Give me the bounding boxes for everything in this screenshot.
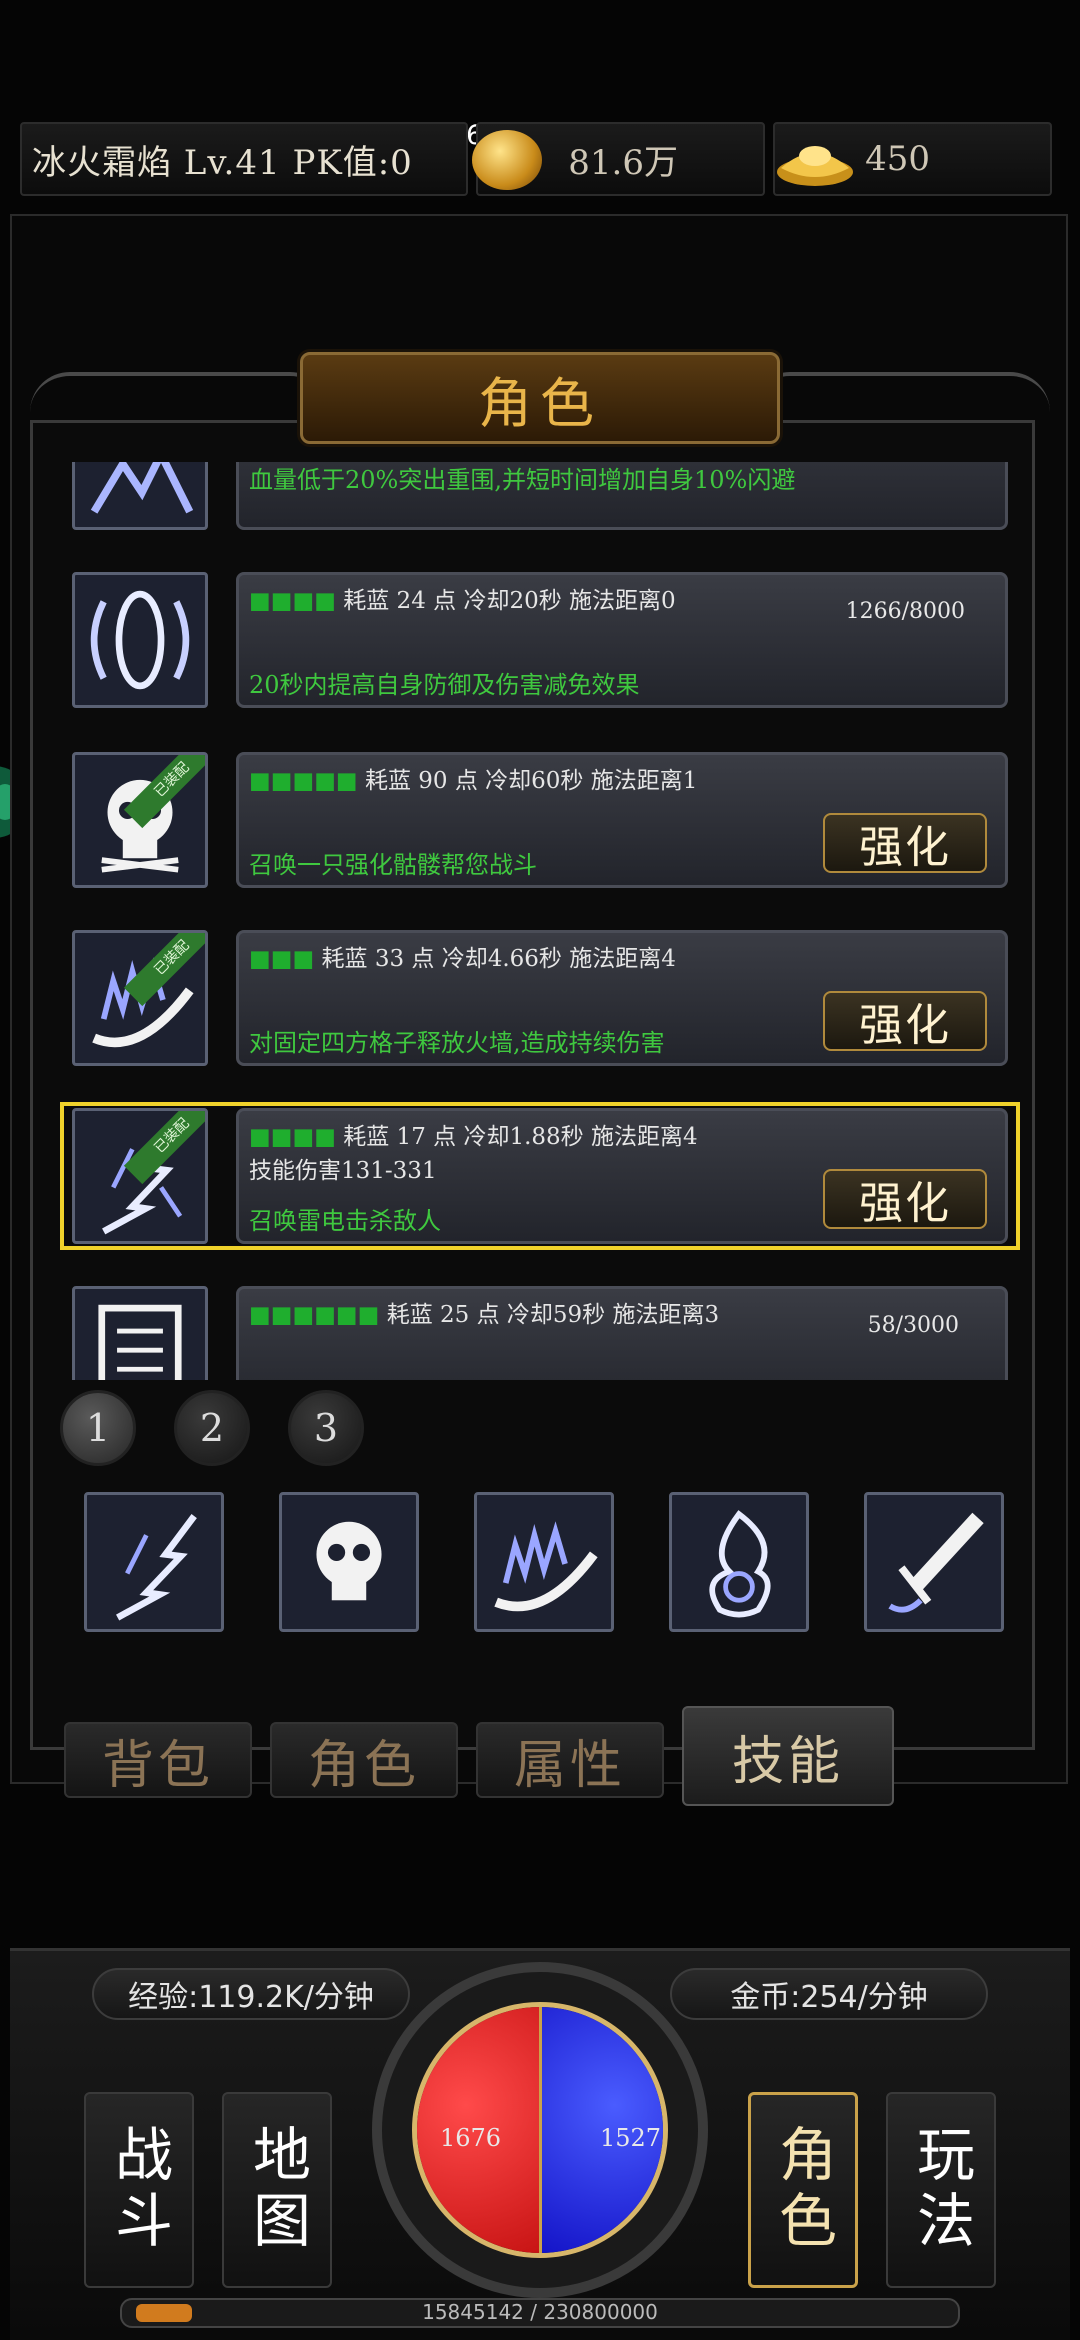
skill-card: ■■■■■ 耗蓝 90 点 冷却60秒 施法距离1 召唤一只强化骷髅帮您战斗 强…	[236, 752, 1008, 888]
hp-mp-orb: 1676 1527	[372, 1962, 708, 2298]
skill-description: 召唤一只强化骷髅帮您战斗	[249, 851, 537, 879]
gold-display: 81.6万	[472, 122, 766, 196]
skill-list[interactable]: 血量低于20%突出重围,并短时间增加自身10%闪避 ■■■■ 耗蓝 24 点 冷…	[60, 462, 1020, 1380]
skill-stat-text: 耗蓝 25 点 冷却59秒 施法距离3	[386, 1302, 720, 1328]
title-wing-right	[750, 372, 1050, 442]
skill-description: 20秒内提高自身防御及伤害减免效果	[249, 671, 640, 699]
skill-progress: 1266/8000	[845, 599, 965, 624]
strengthen-button[interactable]: 强化	[823, 991, 987, 1051]
ingot-display: 450	[773, 122, 1052, 196]
sword-icon[interactable]	[864, 1492, 1004, 1632]
page-button-1[interactable]: 1	[60, 1390, 136, 1466]
strengthen-button[interactable]: 强化	[823, 813, 987, 873]
player-info: 冰火霜焰 Lv.41 PK值:0	[20, 122, 469, 196]
panel-title-text: 角色	[478, 371, 602, 435]
gold-value: 81.6万	[568, 142, 678, 183]
gold-rate: 金币:254/分钟	[670, 1968, 988, 2020]
skill-stat-text: 耗蓝 33 点 冷却4.66秒 施法距离4	[321, 946, 676, 972]
exp-rate: 经验:119.2K/分钟	[92, 1968, 410, 2020]
gold-coin-icon	[472, 130, 543, 190]
skull-icon: 已装配	[72, 752, 208, 888]
skill-card: ■■■■■■ 耗蓝 25 点 冷却59秒 施法距离3 58/3000	[236, 1286, 1008, 1380]
fire-wall-icon: 已装配	[72, 930, 208, 1066]
skill-stat-text: 耗蓝 24 点 冷却20秒 施法距离0	[343, 588, 676, 614]
skill-description: 对固定四方格子释放火墙,造成持续伤害	[249, 1029, 665, 1057]
lightning-icon: 已装配	[72, 1108, 208, 1244]
tab-skills[interactable]: 技能	[682, 1706, 894, 1806]
skill-description: 召唤雷电击杀敌人	[249, 1207, 441, 1235]
skill-card: ■■■ 耗蓝 33 点 冷却4.66秒 施法距离4 对固定四方格子释放火墙,造成…	[236, 930, 1008, 1066]
shield-ring-icon	[72, 572, 208, 708]
hp-value: 1676	[440, 2124, 502, 2152]
skill-stat: ■■■■■■ 耗蓝 25 点 冷却59秒 施法距离3	[249, 1302, 720, 1328]
mp-value: 1527	[600, 2124, 662, 2152]
map-button[interactable]: 地图	[222, 2092, 332, 2288]
skill-stat: ■■■■ 耗蓝 24 点 冷却20秒 施法距离0	[249, 588, 676, 614]
gold-ingot-icon	[777, 146, 854, 186]
panel-title: 角色	[300, 352, 780, 444]
fire-wall-icon[interactable]	[474, 1492, 614, 1632]
skill-card: ■■■■ 耗蓝 17 点 冷却1.88秒 施法距离4 技能伤害131-331 召…	[236, 1108, 1008, 1244]
skill-stat: ■■■ 耗蓝 33 点 冷却4.66秒 施法距离4	[249, 946, 676, 972]
page-selector: 1 2 3	[60, 1390, 364, 1466]
tab-character[interactable]: 角色	[270, 1722, 458, 1798]
skill-card: 血量低于20%突出重围,并短时间增加自身10%闪避	[236, 462, 1008, 530]
strengthen-button[interactable]: 强化	[823, 1169, 987, 1229]
character-button[interactable]: 角色	[748, 2092, 858, 2288]
top-status-bar: 冰火霜焰 Lv.41 PK值:0 81.6万 450	[20, 122, 1052, 196]
lightning-icon[interactable]	[84, 1492, 224, 1632]
skull-icon[interactable]	[279, 1492, 419, 1632]
skill-damage: 技能伤害131-331	[249, 1158, 437, 1184]
skill-stat-text: 耗蓝 17 点 冷却1.88秒 施法距离4	[343, 1124, 698, 1150]
page-button-3[interactable]: 3	[288, 1390, 364, 1466]
rune-icon	[72, 1286, 208, 1380]
title-wing-left	[30, 372, 330, 442]
tab-bag[interactable]: 背包	[64, 1722, 252, 1798]
fire-burst-icon[interactable]	[669, 1492, 809, 1632]
tab-attributes[interactable]: 属性	[476, 1722, 664, 1798]
battle-button[interactable]: 战斗	[84, 2092, 194, 2288]
skill-stat: ■■■■■ 耗蓝 90 点 冷却60秒 施法距离1	[249, 768, 698, 794]
skill-stat: ■■■■ 耗蓝 17 点 冷却1.88秒 施法距离4	[249, 1124, 698, 1150]
skill-description: 血量低于20%突出重围,并短时间增加自身10%闪避	[249, 466, 796, 494]
skill-stat-text: 耗蓝 90 点 冷却60秒 施法距离1	[364, 768, 698, 794]
exp-progress-text: 15845142 / 230800000	[422, 2300, 658, 2324]
skill-progress: 58/3000	[867, 1313, 959, 1338]
skill-quick-bar	[84, 1492, 1004, 1632]
gameplay-button[interactable]: 玩法	[886, 2092, 996, 2288]
page-button-2[interactable]: 2	[174, 1390, 250, 1466]
ingot-value: 450	[865, 139, 931, 179]
wind-slash-icon	[72, 462, 208, 530]
skill-card: ■■■■ 耗蓝 24 点 冷却20秒 施法距离0 1266/8000 20秒内提…	[236, 572, 1008, 708]
panel-tabs: 背包 角色 属性 技能	[64, 1706, 894, 1808]
